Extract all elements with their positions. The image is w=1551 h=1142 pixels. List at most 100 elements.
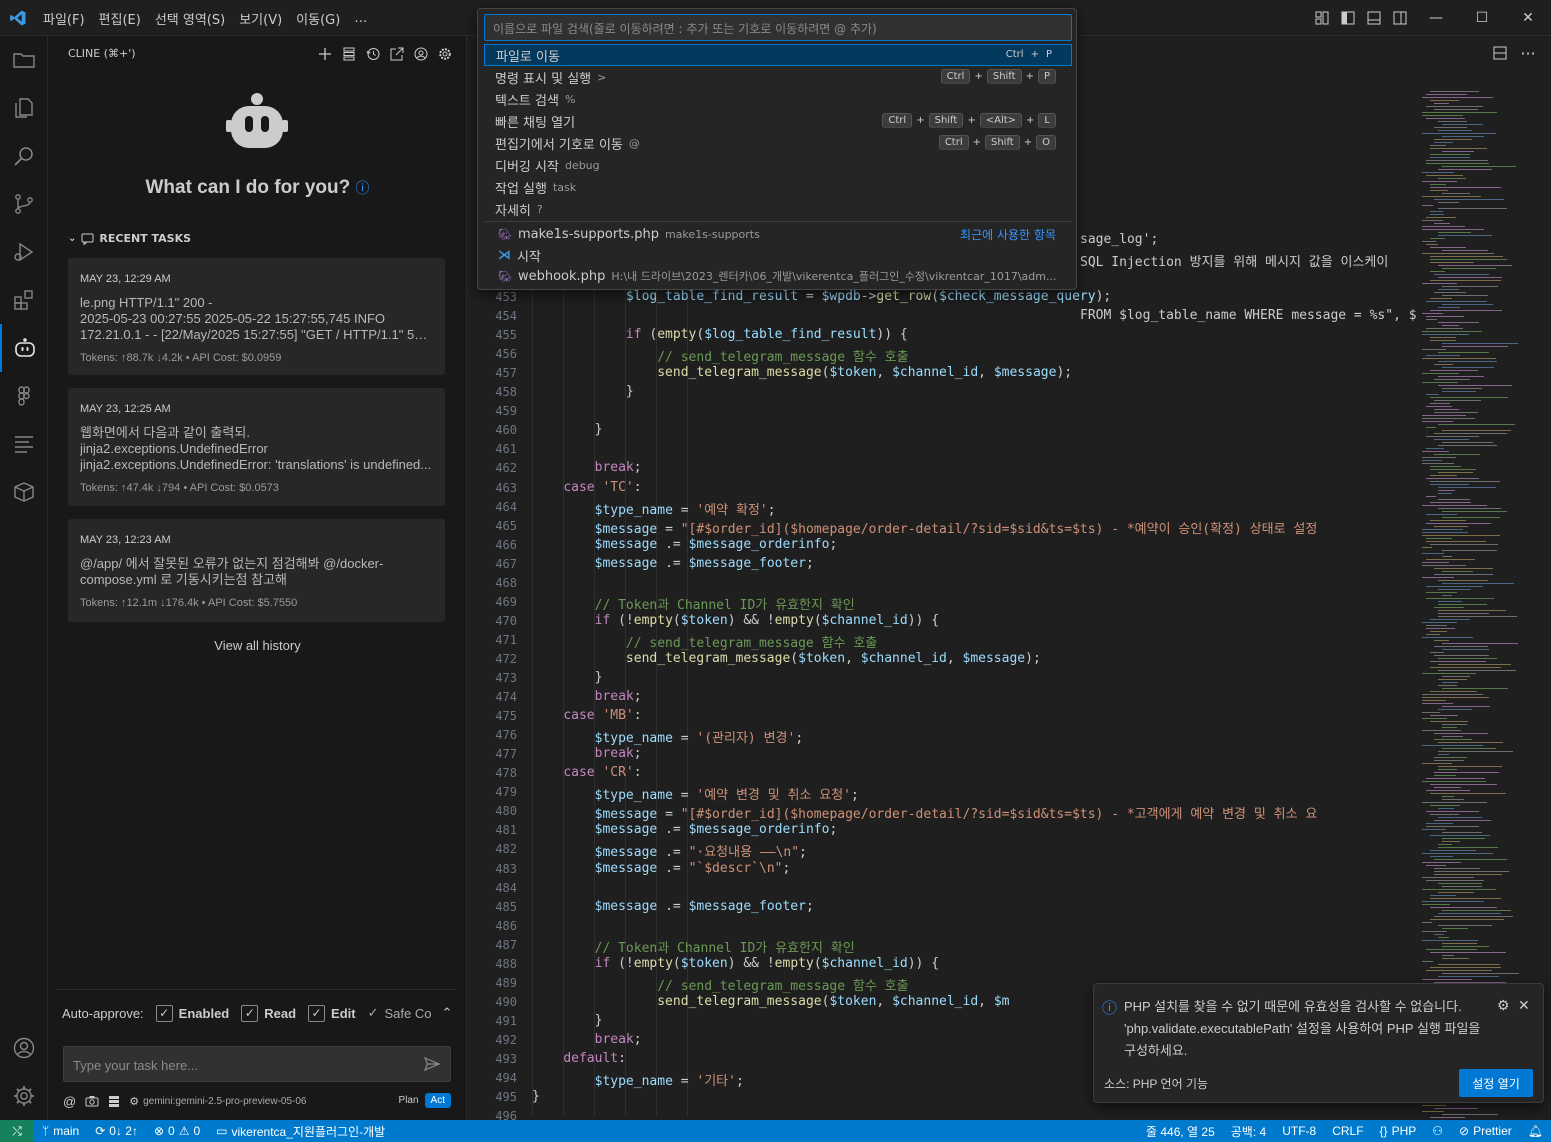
close-window-button[interactable]: ✕ xyxy=(1505,0,1551,36)
run-debug-icon[interactable] xyxy=(0,228,48,276)
recent-task-item[interactable]: MAY 23, 12:25 AM 웹화면에서 다음과 같이 출력되. jinja… xyxy=(68,388,445,506)
keybinding: Ctrl + Shift + P xyxy=(940,69,1056,84)
send-icon[interactable] xyxy=(424,1057,440,1071)
minimize-button[interactable]: — xyxy=(1413,0,1459,36)
recent-task-item[interactable]: MAY 23, 12:23 AM @/app/ 에서 잘못된 오류가 없는지 점… xyxy=(68,519,445,622)
copilot-icon[interactable]: ⚇ xyxy=(1424,1124,1451,1138)
problems-indicator[interactable]: ⊗ 0 ⚠ 0 xyxy=(146,1124,208,1138)
maximize-button[interactable]: ☐ xyxy=(1459,0,1505,36)
menu-more[interactable]: … xyxy=(347,11,374,26)
toggle-primary-sidebar-icon[interactable] xyxy=(1335,0,1361,36)
recent-file-item[interactable]: 🐘︎ webhook.php H:\내 드라이브\2023_렌터카\06_개발\vi… xyxy=(484,265,1072,287)
split-editor-icon[interactable] xyxy=(1489,42,1511,64)
minimap-line xyxy=(1430,148,1487,149)
mcp-servers-icon[interactable] xyxy=(337,43,361,65)
enabled-checkbox[interactable]: ✓ xyxy=(155,1004,173,1022)
cursor-position[interactable]: 줄 446, 열 25 xyxy=(1138,1123,1223,1140)
palette-item[interactable]: 명령 표시 및 실행 > Ctrl + Shift + P xyxy=(484,66,1072,88)
quick-open-input[interactable]: 이름으로 파일 검색(줄로 이동하려면 : 추가 또는 기호로 이동하려면 @ … xyxy=(484,14,1072,41)
history-icon[interactable] xyxy=(361,43,385,65)
branch-indicator[interactable]: ᛘ main xyxy=(34,1124,87,1138)
palette-item[interactable]: 빠른 채팅 열기 Ctrl + Shift + <Alt> + L xyxy=(484,110,1072,132)
palette-item[interactable]: 디버깅 시작 debug xyxy=(484,154,1072,176)
line-number: 468 xyxy=(495,575,517,590)
recent-file-item[interactable]: 🐘︎ make1s-supports.php make1s-supports 최근에 … xyxy=(484,223,1072,245)
minimap-line xyxy=(1426,436,1479,437)
minimap[interactable] xyxy=(1422,91,1542,1121)
prettier-indicator[interactable]: ⊘ Prettier xyxy=(1451,1124,1520,1138)
menu-selection[interactable]: 선택 영역(S) xyxy=(148,9,232,28)
view-all-history-link[interactable]: View all history xyxy=(48,638,467,653)
palette-item[interactable]: 자세히? xyxy=(484,198,1072,220)
task-input[interactable]: Type your task here... xyxy=(63,1046,451,1082)
sync-indicator[interactable]: ⟳ 0↓ 2↑ xyxy=(87,1124,146,1138)
minimap-line xyxy=(1430,484,1469,485)
encoding[interactable]: UTF-8 xyxy=(1274,1124,1324,1138)
extensions-icon[interactable] xyxy=(0,276,48,324)
new-task-plus-icon[interactable] xyxy=(313,43,337,65)
code-line-partial: SQL Injection 방지를 위해 메시지 값을 이스케이 xyxy=(1080,255,1389,270)
settings-gear-icon[interactable] xyxy=(433,43,457,65)
remote-indicator-icon[interactable]: ⤭ xyxy=(0,1120,34,1142)
cline-sidebar: CLINE (⌘+') What can I do for you? ⓘ ⌄ R… xyxy=(48,36,467,1120)
model-selector[interactable]: ⚙ gemini:gemini-2.5-pro-preview-05-06 xyxy=(129,1095,306,1108)
figma-icon[interactable] xyxy=(0,372,48,420)
manage-gear-icon[interactable] xyxy=(0,1072,48,1120)
minimap-line xyxy=(1422,97,1493,98)
minimap-line xyxy=(1426,598,1494,599)
activity-bar xyxy=(0,36,48,1120)
palette-item[interactable]: 작업 실행 task xyxy=(484,176,1072,198)
menu-go[interactable]: 이동(G) xyxy=(289,9,347,28)
search-icon[interactable] xyxy=(0,132,48,180)
camera-icon[interactable] xyxy=(85,1095,99,1107)
recent-task-item[interactable]: MAY 23, 12:29 AM le.png HTTP/1.1" 200 - … xyxy=(68,258,445,375)
notification-settings-gear-icon[interactable]: ⚙ xyxy=(1497,997,1510,1014)
explorer-icon[interactable] xyxy=(0,84,48,132)
code-line: default: xyxy=(563,1051,626,1066)
recent-tasks-header[interactable]: ⌄ RECENT TASKS xyxy=(68,232,191,245)
auto-approve-bar[interactable]: Auto-approve: ✓ Enabled ✓ Read ✓ Edit ✓ Safe… xyxy=(62,1003,452,1023)
plan-act-toggle[interactable]: Plan Act xyxy=(393,1093,451,1108)
recent-file-item[interactable]: ⋊ 시작 xyxy=(484,244,1072,266)
chevron-up-icon[interactable]: ⌃ xyxy=(442,1005,453,1021)
line-number: 489 xyxy=(495,975,517,990)
mention-at-icon[interactable]: @ xyxy=(63,1094,76,1109)
workspace-folder[interactable]: ▭ vikerentca_지원플러그인-개발 xyxy=(208,1123,393,1140)
minimap-line xyxy=(1434,916,1513,917)
palette-item[interactable]: 텍스트 검색% xyxy=(484,88,1072,110)
remote-box-icon[interactable] xyxy=(0,468,48,516)
indentation[interactable]: 공백: 4 xyxy=(1223,1123,1274,1140)
minimap-line xyxy=(1438,613,1489,614)
menu-view[interactable]: 보기(V) xyxy=(232,9,289,28)
toggle-panel-icon[interactable] xyxy=(1361,0,1387,36)
menu-edit[interactable]: 편집(E) xyxy=(92,9,148,28)
more-actions-icon[interactable]: ··· xyxy=(1517,42,1539,64)
end-of-line[interactable]: CRLF xyxy=(1324,1124,1371,1138)
customize-layout-icon[interactable] xyxy=(1309,0,1335,36)
plan-button[interactable]: Plan xyxy=(393,1093,425,1108)
notifications-bell-icon[interactable]: 🔔︎ xyxy=(1520,1124,1551,1138)
account-circle-icon[interactable] xyxy=(409,43,433,65)
server-stack-icon[interactable] xyxy=(108,1095,120,1108)
source-control-icon[interactable] xyxy=(0,180,48,228)
read-checkbox[interactable]: ✓ xyxy=(241,1004,259,1022)
toggle-secondary-sidebar-icon[interactable] xyxy=(1387,0,1413,36)
minimap-line xyxy=(1434,439,1469,440)
palette-item[interactable]: 편집기에서 기호로 이동 @ Ctrl + Shift + O xyxy=(484,132,1072,154)
account-icon[interactable] xyxy=(0,1024,48,1072)
cline-robot-icon[interactable] xyxy=(0,324,48,372)
close-icon[interactable]: ✕ xyxy=(1518,997,1530,1014)
open-settings-button[interactable]: 설정 열기 xyxy=(1459,1069,1533,1097)
menu-file[interactable]: 파일(F) xyxy=(36,9,92,28)
minimap-line xyxy=(1430,340,1456,341)
editor-scrollbar[interactable] xyxy=(1541,91,1551,1121)
act-button[interactable]: Act xyxy=(424,1093,451,1108)
language-mode[interactable]: {} PHP xyxy=(1372,1124,1425,1138)
palette-item[interactable]: 파일로 이동 Ctrl + P xyxy=(484,44,1072,66)
outline-list-icon[interactable] xyxy=(0,420,48,468)
minimap-line xyxy=(1438,265,1512,266)
open-in-editor-icon[interactable] xyxy=(385,43,409,65)
folder-icon[interactable] xyxy=(0,36,48,84)
info-icon[interactable]: ⓘ xyxy=(356,180,370,196)
edit-checkbox[interactable]: ✓ xyxy=(308,1004,326,1022)
